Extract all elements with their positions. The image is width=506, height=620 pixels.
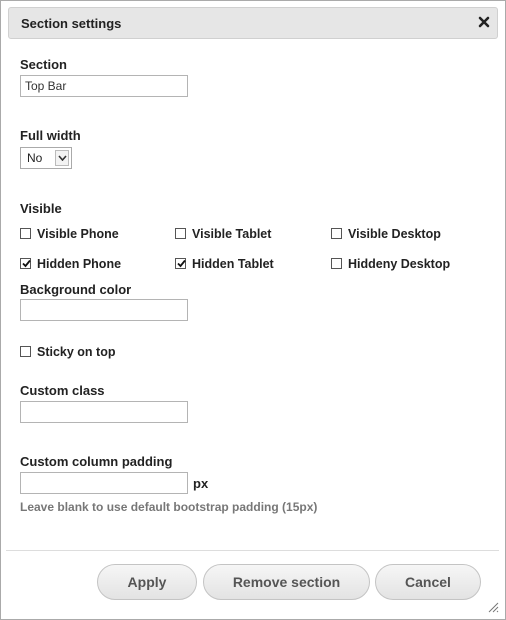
hidden-phone-label[interactable]: Hidden Phone (37, 257, 121, 271)
checkbox-box[interactable] (20, 346, 31, 357)
checkbox-box[interactable] (331, 228, 342, 239)
chevron-down-icon[interactable] (55, 150, 69, 166)
section-label: Section (20, 57, 67, 72)
close-icon[interactable] (476, 15, 492, 31)
background-color-label: Background color (20, 282, 132, 297)
column-padding-unit: px (193, 476, 209, 491)
custom-class-label: Custom class (20, 383, 105, 398)
checkmark-icon (22, 259, 31, 268)
visible-label: Visible (20, 201, 62, 216)
checkbox-box[interactable] (175, 228, 186, 239)
section-input[interactable] (20, 75, 188, 97)
dialog-titlebar[interactable]: Section settings (8, 7, 498, 39)
resize-grip-icon[interactable] (488, 602, 499, 613)
cancel-button[interactable]: Cancel (375, 564, 481, 600)
checkbox-box[interactable] (331, 258, 342, 269)
sticky-on-top-label[interactable]: Sticky on top (37, 345, 115, 359)
checkbox-box[interactable] (20, 228, 31, 239)
column-padding-input[interactable] (20, 472, 188, 494)
full-width-selected-value: No (27, 151, 43, 165)
hidden-tablet-label[interactable]: Hidden Tablet (192, 257, 274, 271)
checkmark-icon (177, 259, 186, 268)
apply-button[interactable]: Apply (97, 564, 197, 600)
remove-section-button[interactable]: Remove section (203, 564, 370, 600)
full-width-select[interactable]: No (20, 147, 72, 169)
visible-phone-label[interactable]: Visible Phone (37, 227, 119, 241)
dialog-title: Section settings (21, 16, 122, 31)
hidden-desktop-label[interactable]: Hiddeny Desktop (348, 257, 450, 271)
checkbox-box[interactable] (20, 258, 31, 269)
visible-desktop-label[interactable]: Visible Desktop (348, 227, 441, 241)
background-color-input[interactable] (20, 299, 188, 321)
full-width-label: Full width (20, 128, 81, 143)
checkbox-box[interactable] (175, 258, 186, 269)
column-padding-label: Custom column padding (20, 454, 173, 469)
visible-tablet-label[interactable]: Visible Tablet (192, 227, 271, 241)
custom-class-input[interactable] (20, 401, 188, 423)
column-padding-help: Leave blank to use default bootstrap pad… (20, 500, 318, 514)
divider (6, 550, 499, 551)
